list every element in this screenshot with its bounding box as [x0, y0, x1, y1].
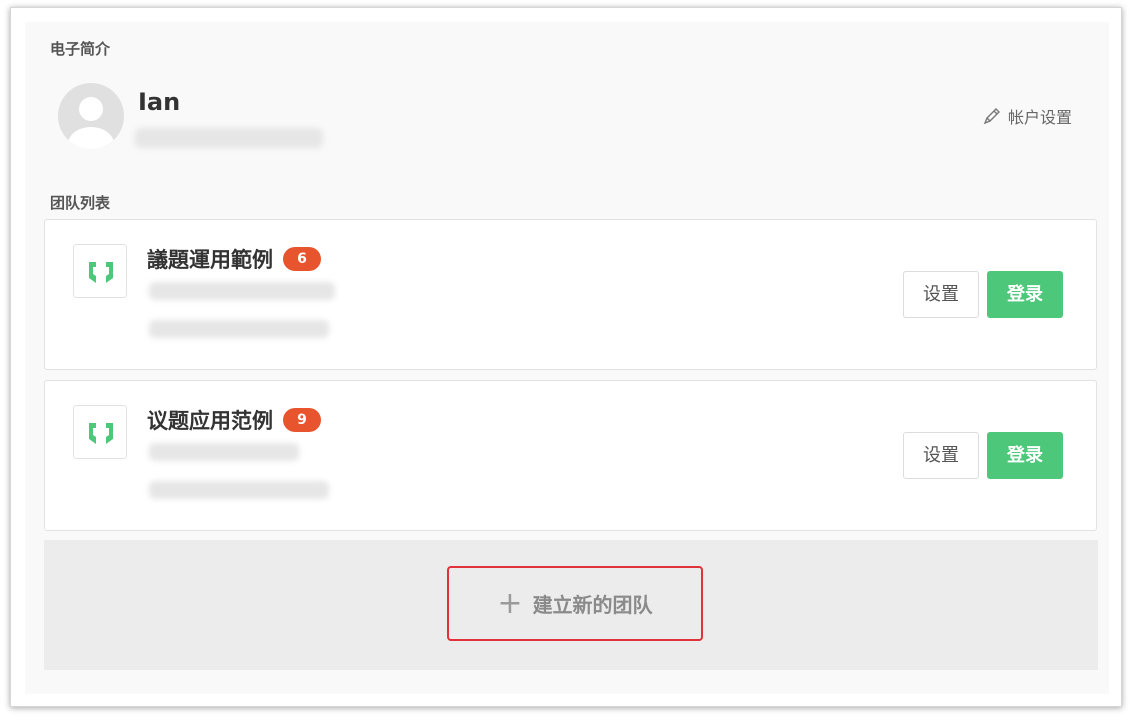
team-settings-button[interactable]: 设置 [903, 432, 979, 479]
avatar-head [79, 97, 103, 121]
team-info-redacted [149, 282, 335, 300]
team-login-button[interactable]: 登录 [987, 271, 1063, 318]
team-name: 議題運用範例 6 [147, 244, 321, 274]
avatar [58, 83, 124, 149]
team-name-label: 议题应用范例 [147, 409, 273, 433]
profile-panel: 电子简介 Ian 帐户设置 团队列表 議題運用範例 6 设置 登录 议题应用范例… [25, 22, 1109, 694]
app-window: 电子简介 Ian 帐户设置 团队列表 議題運用範例 6 设置 登录 议题应用范例… [10, 7, 1122, 707]
profile-email-redacted [135, 128, 323, 148]
team-settings-button[interactable]: 设置 [903, 271, 979, 318]
notification-badge: 9 [283, 408, 321, 432]
plus-icon: + [497, 585, 523, 621]
team-login-button[interactable]: 登录 [987, 432, 1063, 479]
team-logo-icon [89, 262, 113, 283]
team-card: 议题应用范例 9 设置 登录 [44, 380, 1097, 531]
team-info-redacted [149, 443, 299, 461]
team-card: 議題運用範例 6 设置 登录 [44, 219, 1097, 370]
team-email-redacted [149, 320, 329, 338]
teams-section-label: 团队列表 [50, 194, 111, 212]
create-team-label: 建立新的团队 [532, 593, 653, 617]
account-settings-label: 帐户设置 [1007, 108, 1072, 127]
pencil-icon [983, 108, 1000, 125]
create-team-button[interactable]: + 建立新的团队 [447, 566, 703, 641]
profile-section-label: 电子简介 [50, 40, 111, 58]
profile-name: Ian [138, 88, 181, 116]
team-name-label: 議題運用範例 [147, 248, 273, 272]
team-email-redacted [149, 481, 329, 499]
team-name: 议题应用范例 9 [147, 405, 321, 435]
notification-badge: 6 [283, 247, 321, 271]
create-team-area: + 建立新的团队 [44, 540, 1098, 670]
team-logo [73, 405, 127, 459]
avatar-body [68, 127, 114, 149]
account-settings-link[interactable]: 帐户设置 [982, 104, 1072, 128]
team-logo [73, 244, 127, 298]
team-logo-icon [89, 423, 113, 444]
